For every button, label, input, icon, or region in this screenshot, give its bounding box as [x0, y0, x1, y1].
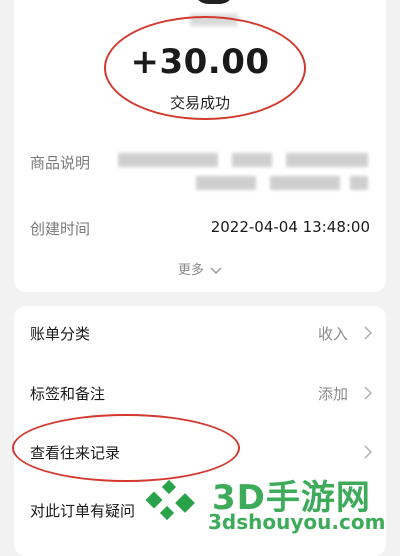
tags-notes-label: 标签和备注 — [30, 385, 106, 403]
product-description-label: 商品说明 — [30, 154, 91, 172]
more-label: 更多 — [177, 263, 204, 278]
bill-category-value: 收入 — [317, 325, 348, 343]
chevron-right-icon — [364, 326, 372, 340]
created-time-label: 创建时间 — [30, 220, 91, 238]
tags-notes-value: 添加 — [317, 385, 348, 403]
payer-name-blurred — [190, 14, 238, 26]
chevron-right-icon — [364, 445, 372, 459]
order-question-label: 对此订单有疑问 — [30, 502, 136, 520]
watermark-logo-icon — [145, 479, 195, 521]
watermark-site: 3dshouyou.com — [208, 510, 386, 534]
view-records-label: 查看往来记录 — [30, 444, 121, 462]
bill-category-label: 账单分类 — [30, 325, 91, 343]
transaction-amount: +30.00 — [130, 42, 270, 82]
chevron-right-icon — [364, 386, 372, 400]
transaction-status: 交易成功 — [169, 94, 230, 112]
payer-avatar — [194, 0, 234, 4]
more-button[interactable]: 更多 — [0, 259, 400, 278]
chevron-down-icon — [210, 266, 222, 274]
created-time-value: 2022-04-04 13:48:00 — [210, 218, 370, 236]
